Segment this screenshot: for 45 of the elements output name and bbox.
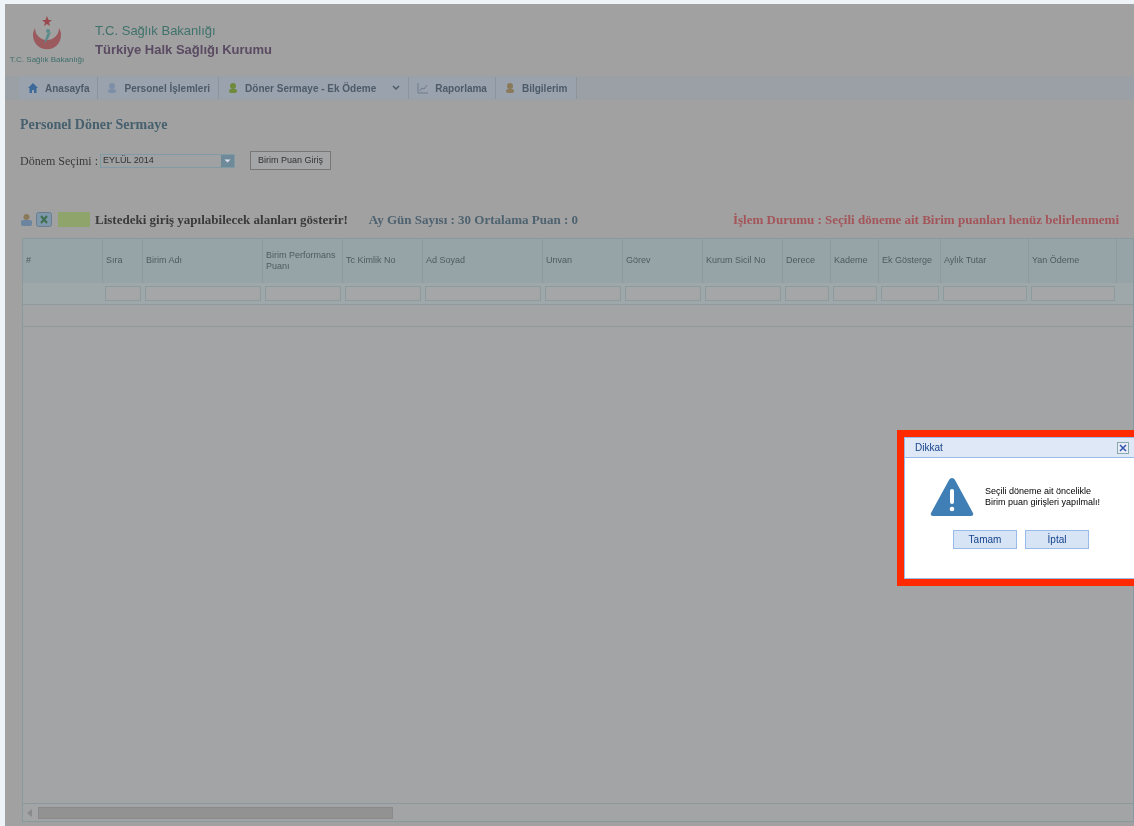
menu-item[interactable]: Raporlama	[409, 77, 496, 99]
home-icon	[27, 82, 39, 94]
horizontal-scrollbar[interactable]	[23, 803, 1133, 821]
legend-text: Listedeki giriş yapılabilecek alanları gösterir!	[95, 211, 348, 229]
column-header[interactable]: Kademe	[831, 238, 879, 283]
column-header[interactable]: Sıra	[103, 238, 143, 283]
column-header[interactable]: #	[23, 238, 103, 283]
period-label: Dönem Seçimi :	[20, 152, 98, 170]
user-icon[interactable]	[20, 212, 33, 227]
person-icon	[106, 82, 119, 94]
user-badge-icon	[503, 82, 516, 94]
institution-name: Türkiye Halk Sağlığı Kurumu	[95, 41, 272, 59]
column-header[interactable]: Birim Adı	[143, 238, 263, 283]
dialog-button[interactable]: İptal	[1025, 530, 1089, 549]
close-icon[interactable]	[1117, 441, 1129, 454]
legend-swatch	[58, 212, 90, 228]
scroll-left-icon[interactable]	[27, 808, 32, 817]
menu-item[interactable]: Bilgilerim	[495, 77, 577, 99]
column-header[interactable]: Aylık Tutar	[941, 238, 1029, 283]
menu-item[interactable]: Personel İşlemleri	[98, 77, 220, 99]
column-header[interactable]: Ad Soyad	[423, 238, 543, 283]
status-text: İşlem Durumu : Seçili döneme ait Birim puanları henüz belirlenmemi	[732, 211, 1119, 229]
caret-icon	[392, 85, 401, 91]
chart-icon	[417, 82, 430, 94]
unit-score-button[interactable]: Birim Puan Giriş	[250, 151, 331, 170]
column-header[interactable]: Derece	[783, 238, 831, 283]
dialog-title: Dikkat	[915, 441, 943, 455]
ministry-name: T.C. Sağlık Bakanlığı	[95, 21, 217, 40]
spreadsheet-icon[interactable]	[36, 212, 52, 228]
menu-item[interactable]: Döner Sermaye - Ek Ödeme	[219, 77, 410, 99]
column-header[interactable]: Birim Performans Puanı	[263, 238, 343, 283]
dialog-button[interactable]: Tamam	[953, 530, 1017, 549]
summary-text: Ay Gün Sayısı : 30 Ortalama Puan : 0	[368, 211, 578, 229]
page-title: Personel Döner Sermaye	[20, 116, 169, 134]
dialog-message: Seçili döneme ait öncelikle Birim puan girişleri yapılmalı!	[985, 486, 1101, 508]
column-header[interactable]: Unvan	[543, 238, 623, 283]
menu-item[interactable]: Anasayfa	[19, 77, 99, 99]
column-header[interactable]: Kurum Sicil No	[703, 238, 783, 283]
period-dropdown[interactable]: EYLÜL 2014	[100, 153, 235, 168]
column-header[interactable]: Yan Ödeme	[1029, 238, 1117, 283]
warning-icon	[929, 476, 975, 518]
column-header[interactable]: Görev	[623, 238, 703, 283]
column-header[interactable]: Tc Kimlik No	[343, 238, 423, 283]
column-header[interactable]: Ek Gösterge	[879, 238, 941, 283]
logo-caption: T.C. Sağlık Bakanlığı	[9, 54, 85, 66]
